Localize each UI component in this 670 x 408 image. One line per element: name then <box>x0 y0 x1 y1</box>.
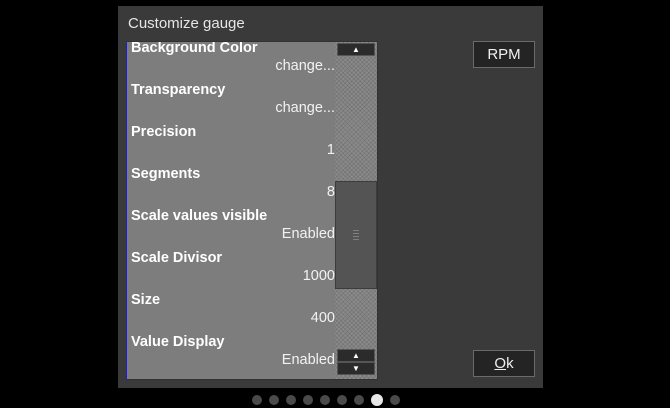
setting-value[interactable]: 400 <box>311 310 335 326</box>
setting-label: Segments <box>131 166 201 182</box>
setting-label: Precision <box>131 124 197 140</box>
page-dot[interactable] <box>390 395 400 405</box>
settings-list[interactable]: Background Color change... Transparency … <box>126 41 378 380</box>
setting-label: Background Color <box>131 42 258 56</box>
chevron-up-icon: ▲ <box>352 351 360 360</box>
page-dot[interactable] <box>320 395 330 405</box>
scroll-up-button-bottom[interactable]: ▲ <box>337 349 375 362</box>
setting-precision[interactable]: Precision 1 <box>127 124 335 168</box>
settings-list-content: Background Color change... Transparency … <box>127 42 335 379</box>
chevron-up-icon: ▲ <box>352 45 360 54</box>
dialog-title: Customize gauge <box>128 15 245 32</box>
setting-value[interactable]: change... <box>275 100 335 116</box>
setting-size[interactable]: Size 400 <box>127 292 335 336</box>
setting-value[interactable]: 1000 <box>303 268 335 284</box>
page-dot[interactable] <box>252 395 262 405</box>
setting-value-display[interactable]: Value Display Enabled <box>127 334 335 378</box>
ok-button[interactable]: Ok <box>473 350 535 377</box>
page-indicator <box>252 394 400 406</box>
setting-label: Scale values visible <box>131 208 268 224</box>
setting-value[interactable]: 8 <box>327 184 335 200</box>
scroll-thumb[interactable] <box>335 181 377 289</box>
ok-mnemonic: O <box>494 355 507 372</box>
grip-icon <box>353 228 359 240</box>
page-dot[interactable] <box>303 395 313 405</box>
setting-label: Value Display <box>131 334 225 350</box>
setting-value[interactable]: Enabled <box>282 226 335 242</box>
page-dot[interactable] <box>337 395 347 405</box>
page-dot[interactable] <box>269 395 279 405</box>
ok-label-rest: k <box>506 355 514 372</box>
setting-segments[interactable]: Segments 8 <box>127 166 335 210</box>
scroll-up-button[interactable]: ▲ <box>337 43 375 56</box>
page-dot[interactable] <box>286 395 296 405</box>
scroll-down-button[interactable]: ▼ <box>337 362 375 375</box>
setting-value[interactable]: 1 <box>327 142 335 158</box>
setting-label: Transparency <box>131 82 226 98</box>
gauge-type-button[interactable]: RPM <box>473 41 535 68</box>
page-dot[interactable] <box>354 395 364 405</box>
setting-value[interactable]: change... <box>275 58 335 74</box>
setting-label: Size <box>131 292 161 308</box>
customize-gauge-dialog: Customize gauge Background Color change.… <box>118 6 543 388</box>
setting-label: Scale Divisor <box>131 250 223 266</box>
setting-transparency[interactable]: Transparency change... <box>127 82 335 126</box>
setting-background-color[interactable]: Background Color change... <box>127 42 335 84</box>
chevron-down-icon: ▼ <box>352 364 360 373</box>
setting-scale-values-visible[interactable]: Scale values visible Enabled <box>127 208 335 252</box>
page-dot-active[interactable] <box>371 394 383 406</box>
setting-value[interactable]: Enabled <box>282 352 335 368</box>
setting-scale-divisor[interactable]: Scale Divisor 1000 <box>127 250 335 294</box>
settings-scrollbar[interactable]: ▲ ▲ ▼ <box>335 42 377 379</box>
